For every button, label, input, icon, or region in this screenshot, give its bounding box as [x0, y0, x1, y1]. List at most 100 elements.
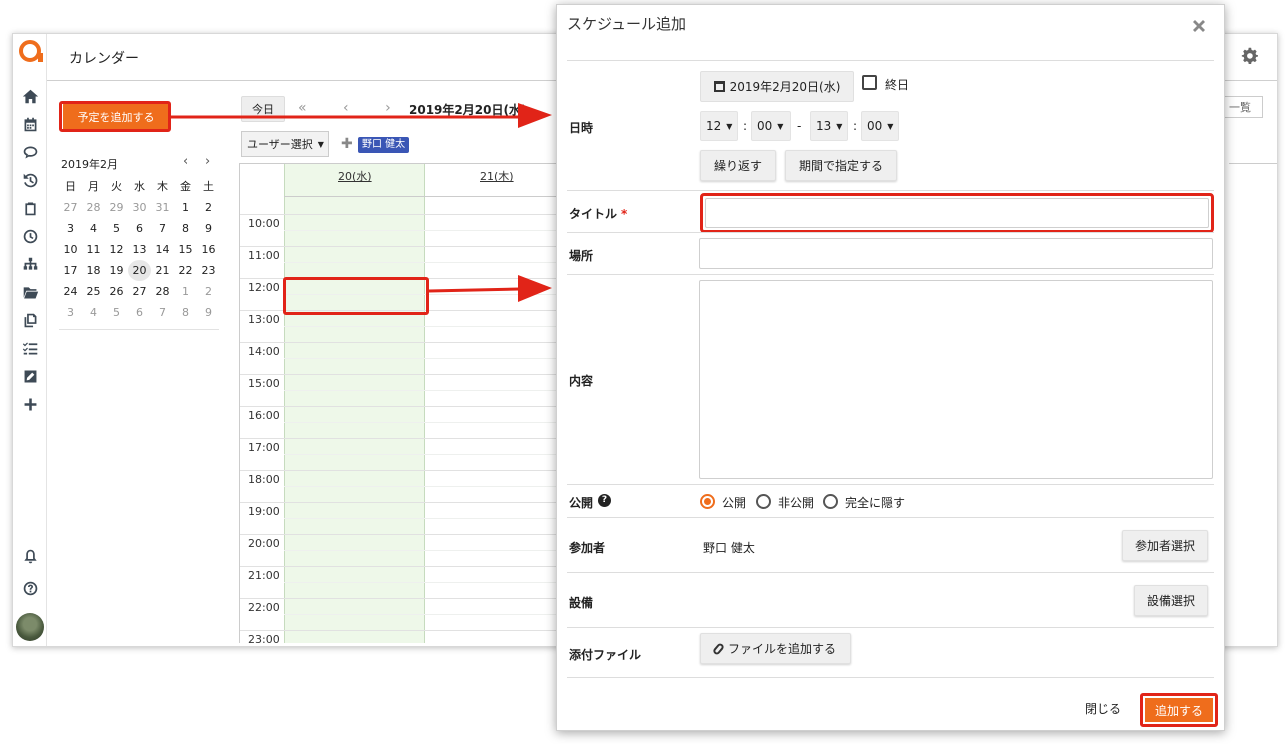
- mini-calendar-day[interactable]: 5: [105, 302, 128, 323]
- mini-calendar-day[interactable]: 1: [174, 281, 197, 302]
- mini-calendar-day[interactable]: 27: [128, 281, 151, 302]
- visibility-label: 公開: [569, 496, 594, 510]
- day-column-21[interactable]: [426, 164, 569, 643]
- period-button[interactable]: 期間で指定する: [785, 150, 897, 181]
- hour-line: [240, 534, 569, 535]
- user-badge[interactable]: 野口 健太: [358, 137, 410, 153]
- all-day-checkbox[interactable]: [862, 75, 877, 90]
- chat-icon[interactable]: [20, 142, 40, 162]
- mini-calendar-day[interactable]: 16: [197, 239, 220, 260]
- calendar-icon[interactable]: [20, 114, 40, 134]
- visibility-private-radio[interactable]: [756, 494, 771, 509]
- mini-calendar-day[interactable]: 30: [128, 197, 151, 218]
- day-header-20[interactable]: 20(水): [338, 168, 372, 184]
- mini-calendar-day[interactable]: 9: [197, 218, 220, 239]
- user-select-dropdown[interactable]: ユーザー選択 ▼: [241, 131, 329, 157]
- mini-calendar-day[interactable]: 5: [105, 218, 128, 239]
- mini-calendar-day[interactable]: 20: [128, 260, 151, 281]
- gear-icon[interactable]: [1241, 47, 1259, 65]
- plus-icon[interactable]: ✚: [341, 136, 353, 152]
- hour-line: [240, 246, 569, 247]
- mini-calendar-day[interactable]: 26: [105, 281, 128, 302]
- mini-calendar-day[interactable]: 1: [174, 197, 197, 218]
- mini-calendar-day[interactable]: 2: [197, 281, 220, 302]
- mini-calendar-day[interactable]: 12: [105, 239, 128, 260]
- mini-calendar-day[interactable]: 17: [59, 260, 82, 281]
- bell-icon[interactable]: [20, 546, 40, 566]
- select-equipment-button[interactable]: 設備選択: [1134, 585, 1208, 616]
- clock-icon[interactable]: [20, 226, 40, 246]
- mini-calendar-day[interactable]: 28: [82, 197, 105, 218]
- mini-calendar-day[interactable]: 6: [128, 218, 151, 239]
- start-minute-select[interactable]: 00 ▼: [751, 111, 791, 141]
- mini-calendar-day[interactable]: 8: [174, 302, 197, 323]
- mini-calendar-day[interactable]: 3: [59, 302, 82, 323]
- mini-calendar-day[interactable]: 25: [82, 281, 105, 302]
- select-participants-button[interactable]: 参加者選択: [1122, 530, 1208, 561]
- weekday-header: 木: [157, 180, 168, 193]
- mini-calendar-day[interactable]: 27: [59, 197, 82, 218]
- end-hour-select[interactable]: 13 ▼: [810, 111, 848, 141]
- home-icon[interactable]: [20, 86, 40, 106]
- history-icon[interactable]: [20, 170, 40, 190]
- add-file-button[interactable]: ファイルを追加する: [700, 633, 851, 664]
- visibility-public-label: 公開: [722, 496, 747, 510]
- org-chart-icon[interactable]: [20, 254, 40, 274]
- copy-icon[interactable]: [20, 310, 40, 330]
- mini-calendar-day[interactable]: 7: [151, 302, 174, 323]
- day-header-21[interactable]: 21(木): [480, 168, 514, 184]
- mini-calendar-grid: 日月火水木金土 27 28 29 30 31 1 2 3 4 5 6 7 8 9 10 11 12 13 14 15 16…: [59, 176, 223, 323]
- mini-calendar-day[interactable]: 4: [82, 218, 105, 239]
- date-picker-button[interactable]: 2019年2月20日(水): [700, 71, 854, 102]
- mini-calendar-day[interactable]: 24: [59, 281, 82, 302]
- mini-calendar-day[interactable]: 13: [128, 239, 151, 260]
- mini-calendar-day[interactable]: 18: [82, 260, 105, 281]
- repeat-button[interactable]: 繰り返す: [700, 150, 776, 181]
- avatar[interactable]: [16, 613, 44, 641]
- mini-calendar-day[interactable]: 19: [105, 260, 128, 281]
- plus-icon[interactable]: [20, 394, 40, 414]
- mini-calendar-day[interactable]: 10: [59, 239, 82, 260]
- mini-calendar-day[interactable]: 9: [197, 302, 220, 323]
- mini-calendar-day[interactable]: 28: [151, 281, 174, 302]
- end-minute-select[interactable]: 00 ▼: [861, 111, 899, 141]
- mini-calendar-day[interactable]: 2: [197, 197, 220, 218]
- mini-calendar-day[interactable]: 21: [151, 260, 174, 281]
- visibility-hidden-radio[interactable]: [823, 494, 838, 509]
- calendar-nav-arrows[interactable]: « ‹ ›: [298, 100, 407, 116]
- folder-icon[interactable]: [20, 282, 40, 302]
- clipboard-icon[interactable]: [20, 198, 40, 218]
- visibility-private-label: 非公開: [778, 496, 815, 510]
- half-hour-line: [284, 582, 569, 583]
- day-column-20[interactable]: [284, 164, 425, 643]
- title-label: タイトル *: [569, 205, 627, 222]
- mini-calendar-day[interactable]: 14: [151, 239, 174, 260]
- visibility-public-radio[interactable]: [700, 494, 715, 509]
- checklist-icon[interactable]: [20, 338, 40, 358]
- submit-button[interactable]: 追加する: [1145, 698, 1213, 722]
- place-input[interactable]: [699, 238, 1213, 269]
- mini-calendar-day[interactable]: 11: [82, 239, 105, 260]
- app-logo[interactable]: [19, 40, 43, 62]
- edit-icon[interactable]: [20, 366, 40, 386]
- help-icon[interactable]: [20, 578, 40, 598]
- mini-calendar-day[interactable]: 8: [174, 218, 197, 239]
- mini-calendar-day[interactable]: 31: [151, 197, 174, 218]
- mini-calendar-day[interactable]: 23: [197, 260, 220, 281]
- close-icon[interactable]: [1190, 17, 1208, 35]
- mini-calendar-day[interactable]: 29: [105, 197, 128, 218]
- mini-calendar-day[interactable]: 7: [151, 218, 174, 239]
- mini-calendar-day[interactable]: 15: [174, 239, 197, 260]
- mini-calendar-day[interactable]: 4: [82, 302, 105, 323]
- chevron-left-icon[interactable]: ‹: [183, 154, 188, 169]
- content-textarea[interactable]: [699, 280, 1213, 479]
- question-icon[interactable]: ?: [598, 494, 611, 507]
- mini-calendar-day[interactable]: 6: [128, 302, 151, 323]
- half-hour-line: [284, 326, 569, 327]
- mini-calendar-day[interactable]: 22: [174, 260, 197, 281]
- close-button[interactable]: 閉じる: [1085, 700, 1121, 717]
- mini-calendar-day[interactable]: 3: [59, 218, 82, 239]
- start-hour-select[interactable]: 12 ▼: [700, 111, 738, 141]
- today-button[interactable]: 今日: [241, 96, 285, 122]
- chevron-right-icon[interactable]: ›: [205, 154, 210, 169]
